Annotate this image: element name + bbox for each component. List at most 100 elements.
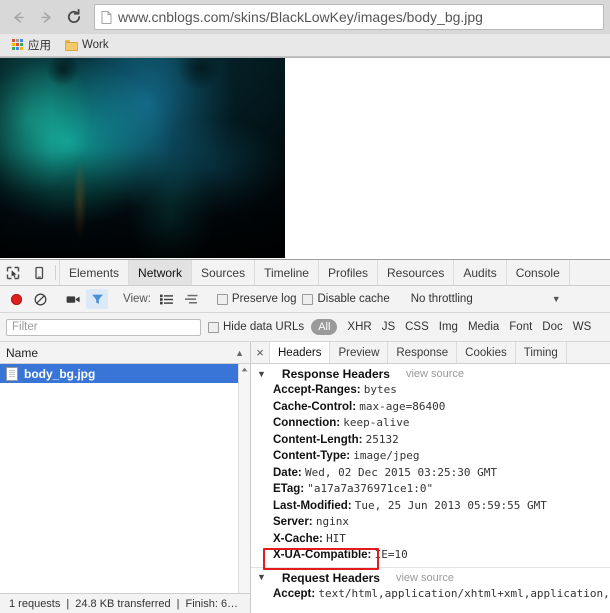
filter-type-media[interactable]: Media [468, 321, 499, 333]
chevron-down-icon[interactable]: ▼ [257, 573, 266, 582]
header-value: "a17a7a376971ce1:0" [307, 482, 434, 495]
filter-toggle-icon[interactable] [86, 289, 108, 309]
devtools-tab-resources-label: Resources [387, 265, 445, 280]
header-name: X-Cache: [273, 532, 323, 545]
header-name: Content-Type: [273, 450, 351, 462]
devtools-tab-audits[interactable]: Audits [454, 260, 507, 285]
devtools-tab-sources[interactable]: Sources [192, 260, 256, 285]
devtools-tab-profiles-label: Profiles [327, 265, 368, 280]
address-bar[interactable]: www.cnblogs.com/skins/BlackLowKey/images… [94, 4, 604, 30]
detail-tab-cookies[interactable]: Cookies [457, 342, 516, 363]
inspect-element-icon[interactable] [0, 260, 26, 285]
page-viewport [0, 58, 610, 263]
filter-type-img[interactable]: Img [439, 321, 458, 333]
devtools-tab-elements[interactable]: Elements [59, 260, 130, 285]
network-list-scrollbar[interactable] [238, 364, 250, 593]
apps-grid-icon [12, 39, 24, 51]
devtools-tab-network[interactable]: Network [129, 260, 193, 285]
filter-type-ws[interactable]: WS [573, 321, 592, 333]
filter-type-css[interactable]: CSS [405, 321, 429, 333]
header-name: Server: [273, 516, 313, 528]
record-button[interactable] [5, 289, 27, 309]
filter-input[interactable]: Filter [6, 318, 201, 336]
headers-content: ▼ Response Headers view source Accept-Ra… [251, 364, 610, 613]
close-icon[interactable]: × [251, 342, 269, 363]
summary-sep-2: | [176, 597, 180, 610]
preserve-log-checkbox[interactable]: Preserve log [216, 293, 296, 305]
address-bar-url: www.cnblogs.com/skins/BlackLowKey/images… [118, 9, 483, 25]
forward-arrow-icon[interactable] [34, 5, 58, 29]
summary-requests: 1 requests [9, 597, 61, 610]
detail-tabbar: × Headers Preview Response Cookies Timin… [251, 342, 610, 364]
bookmark-apps[interactable]: 应用 [8, 36, 55, 54]
header-value: keep-alive [343, 416, 410, 429]
hide-data-urls-box [208, 321, 219, 333]
devtools-tab-elements-label: Elements [69, 265, 120, 280]
view-list-icon[interactable] [156, 289, 178, 309]
request-headers-section-title[interactable]: ▼ Request Headers view source [251, 570, 610, 586]
detail-tab-preview[interactable]: Preview [330, 342, 389, 363]
header-row: Server: nginx [251, 514, 610, 531]
header-value: Tue, 25 Jun 2013 05:59:55 GMT [354, 498, 547, 512]
header-value: Wed, 02 Dec 2015 03:25:30 GMT [304, 465, 498, 479]
detail-tab-timing[interactable]: Timing [516, 342, 567, 363]
disable-cache-label: Disable cache [317, 293, 390, 305]
reload-icon[interactable] [62, 5, 86, 29]
summary-sep-1: | [66, 597, 70, 610]
header-row: Last-Modified: Tue, 25 Jun 2013 05:59:55… [251, 498, 610, 515]
chevron-down-icon[interactable]: ▼ [257, 369, 266, 379]
detail-tab-response-label: Response [396, 346, 449, 359]
header-row: Connection: keep-alive [251, 415, 610, 432]
header-name: Content-Length: [273, 433, 363, 446]
throttling-select[interactable]: No throttling ▼ [407, 293, 565, 305]
browser-window: www.cnblogs.com/skins/BlackLowKey/images… [0, 0, 610, 613]
filter-type-js[interactable]: JS [382, 321, 395, 333]
response-headers-label: Response Headers [281, 367, 390, 381]
network-filter-bar: Filter Hide data URLs All XHR JS CSS Img… [0, 313, 610, 342]
hide-data-urls-checkbox[interactable]: Hide data URLs [208, 321, 304, 333]
navigation-bar: www.cnblogs.com/skins/BlackLowKey/images… [0, 0, 610, 34]
devtools-tab-resources[interactable]: Resources [378, 260, 455, 285]
devtools-tab-console[interactable]: Console [507, 260, 570, 285]
header-value: nginx [315, 515, 349, 528]
device-toolbar-icon[interactable] [26, 260, 52, 285]
detail-tab-response[interactable]: Response [388, 342, 458, 363]
devtools-tab-audits-label: Audits [463, 265, 497, 280]
header-row: ETag: "a17a7a376971ce1:0" [251, 481, 610, 498]
filter-type-all[interactable]: All [311, 319, 338, 335]
header-value: 25132 [365, 432, 399, 446]
filter-type-doc[interactable]: Doc [542, 321, 562, 333]
devtools-tab-profiles[interactable]: Profiles [319, 260, 378, 285]
header-row: Content-Type: image/jpeg [251, 448, 610, 465]
bookmark-work[interactable]: Work [61, 38, 113, 52]
header-name: Last-Modified: [273, 499, 352, 512]
request-headers-label: Request Headers [281, 570, 380, 585]
summary-finish: Finish: 6… [185, 597, 239, 610]
summary-transferred: 24.8 KB transferred [75, 597, 171, 610]
clear-button[interactable] [29, 289, 51, 309]
response-view-source-link[interactable]: view source [406, 368, 464, 380]
back-arrow-icon[interactable] [6, 5, 30, 29]
capture-screenshots-icon[interactable] [62, 289, 84, 309]
header-value: HIT [326, 531, 346, 545]
resource-type-filters: All XHR JS CSS Img Media Font Doc WS [311, 319, 591, 335]
header-name: ETag: [273, 483, 305, 495]
header-row: Accept-Ranges: bytes [251, 382, 610, 399]
detail-tab-headers[interactable]: Headers [269, 342, 331, 363]
view-waterfall-icon[interactable] [180, 289, 202, 309]
browser-chrome: www.cnblogs.com/skins/BlackLowKey/images… [0, 0, 610, 58]
response-headers-section-title[interactable]: ▼ Response Headers view source [251, 366, 610, 382]
devtools-tab-sources-label: Sources [201, 265, 246, 280]
scroll-up-icon[interactable] [239, 364, 250, 375]
network-list-header[interactable]: Name ▲ [0, 342, 250, 364]
bookmark-apps-label: 应用 [28, 40, 51, 52]
request-view-source-link[interactable]: view source [396, 572, 454, 584]
sort-ascending-icon[interactable]: ▲ [235, 348, 244, 358]
disable-cache-checkbox[interactable]: Disable cache [302, 293, 390, 305]
filter-input-placeholder: Filter [12, 321, 38, 333]
filter-type-xhr[interactable]: XHR [347, 321, 371, 333]
filter-type-font[interactable]: Font [509, 321, 532, 333]
file-document-icon [6, 366, 18, 381]
table-row[interactable]: body_bg.jpg [0, 364, 250, 383]
devtools-tab-timeline[interactable]: Timeline [255, 260, 319, 285]
